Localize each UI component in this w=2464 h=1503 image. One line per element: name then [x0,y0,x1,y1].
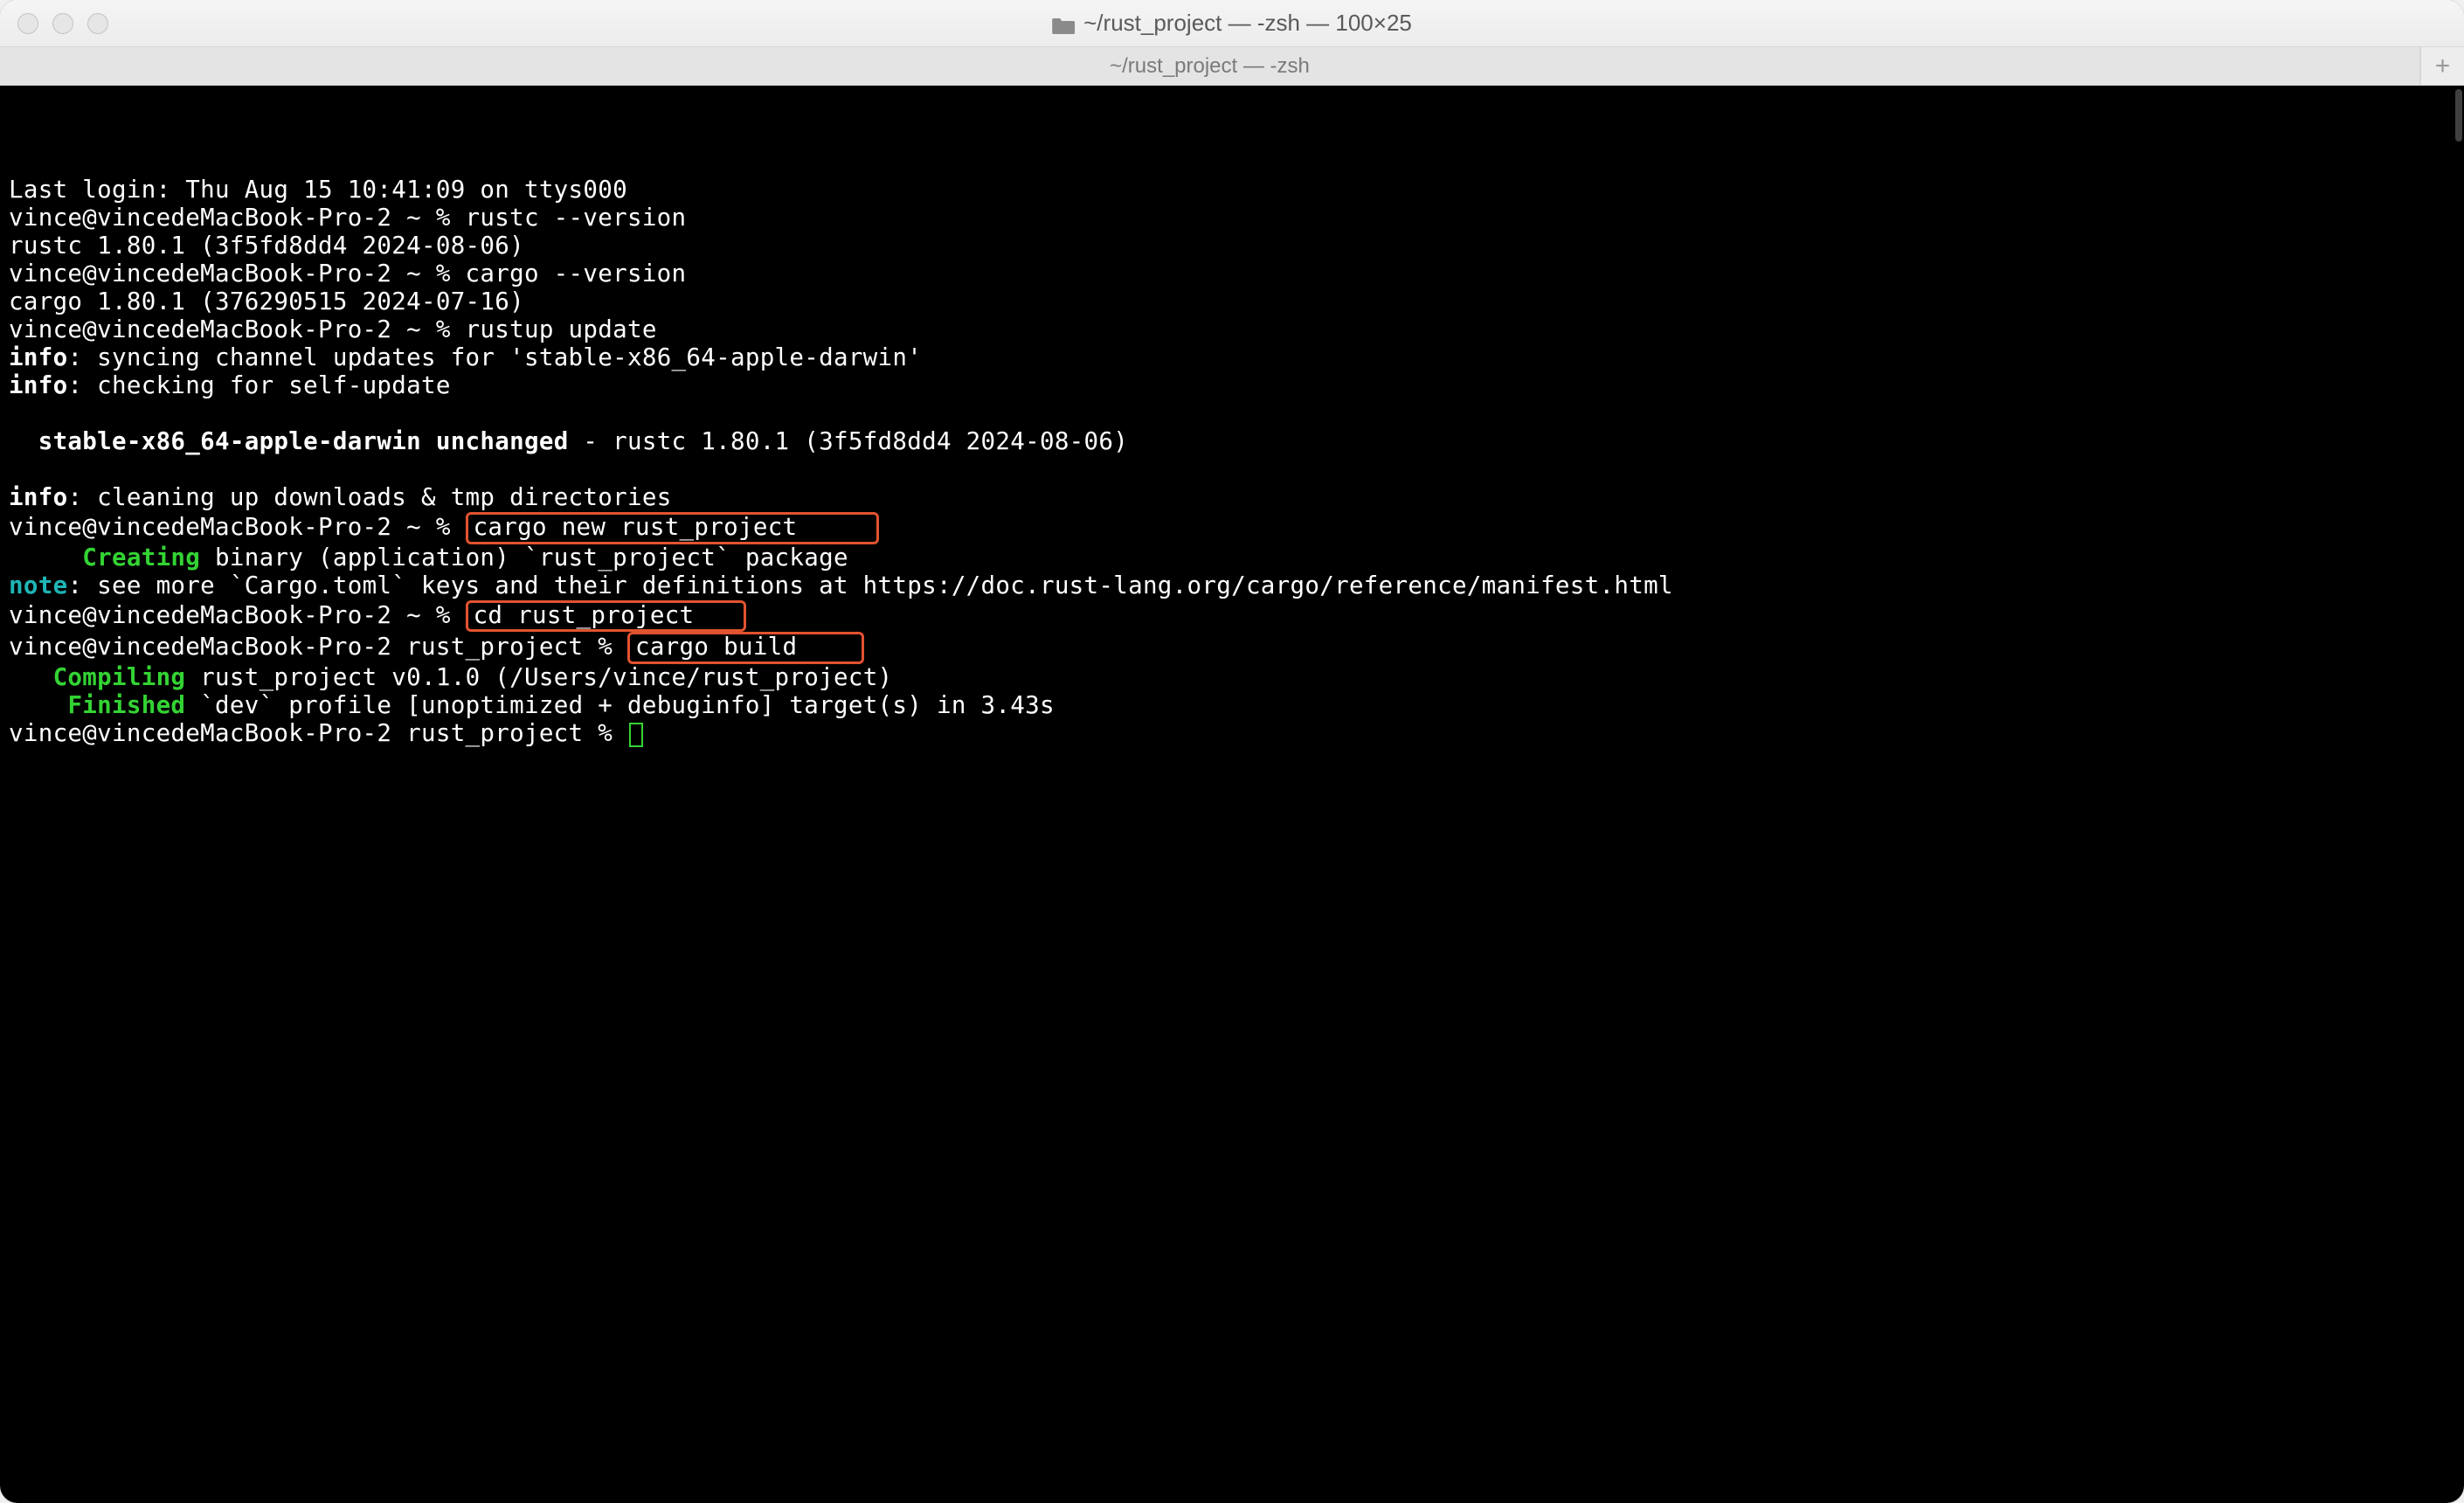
tab-bar: ~/rust_project — -zsh + [0,47,2464,86]
window-title: ~/rust_project — -zsh — 100×25 [1052,10,1412,37]
tab-label: ~/rust_project — -zsh [1110,54,1310,79]
terminal-line: vince@vincedeMacBook-Pro-2 ~ % cargo --v… [9,260,2455,288]
titlebar: ~/rust_project — -zsh — 100×25 [0,0,2464,47]
highlighted-command: cargo build [627,632,864,664]
terminal-line: Last login: Thu Aug 15 10:41:09 on ttys0… [9,177,2455,204]
add-tab-button[interactable]: + [2420,47,2464,85]
terminal-line: vince@vincedeMacBook-Pro-2 ~ % rustc --v… [9,204,2455,232]
terminal-line: Compiling rust_project v0.1.0 (/Users/vi… [9,664,2455,692]
cursor-icon [629,723,643,747]
scrollbar-thumb[interactable] [2455,89,2462,142]
terminal-window: ~/rust_project — -zsh — 100×25 ~/rust_pr… [0,0,2464,1503]
terminal-line: info: checking for self-update [9,372,2455,400]
terminal-line: rustc 1.80.1 (3f5fd8dd4 2024-08-06) [9,232,2455,260]
terminal-line: Creating binary (application) `rust_proj… [9,544,2455,572]
terminal-line: info: cleaning up downloads & tmp direct… [9,484,2455,512]
minimize-icon[interactable] [52,13,73,34]
terminal-line [9,400,2455,428]
terminal-line: vince@vincedeMacBook-Pro-2 ~ % rustup up… [9,316,2455,344]
terminal-line: vince@vincedeMacBook-Pro-2 rust_project … [9,632,2455,664]
highlighted-command: cargo new rust_project [466,512,879,544]
terminal-output[interactable]: Last login: Thu Aug 15 10:41:09 on ttys0… [0,86,2464,1503]
terminal-line: vince@vincedeMacBook-Pro-2 rust_project … [9,720,2455,748]
terminal-line: cargo 1.80.1 (376290515 2024-07-16) [9,288,2455,316]
terminal-line: info: syncing channel updates for 'stabl… [9,344,2455,372]
close-icon[interactable] [17,13,38,34]
terminal-line: note: see more `Cargo.toml` keys and the… [9,572,2455,600]
tab-active[interactable]: ~/rust_project — -zsh [0,47,2420,85]
highlighted-command: cd rust_project [466,600,746,633]
maximize-icon[interactable] [87,13,108,34]
terminal-line: vince@vincedeMacBook-Pro-2 ~ % cargo new… [9,512,2455,544]
window-title-text: ~/rust_project — -zsh — 100×25 [1083,10,1412,37]
folder-icon [1052,14,1075,33]
terminal-line [9,456,2455,484]
terminal-line: stable-x86_64-apple-darwin unchanged - r… [9,428,2455,456]
traffic-lights [17,13,108,34]
terminal-line: Finished `dev` profile [unoptimized + de… [9,692,2455,720]
terminal-line: vince@vincedeMacBook-Pro-2 ~ % cd rust_p… [9,600,2455,633]
